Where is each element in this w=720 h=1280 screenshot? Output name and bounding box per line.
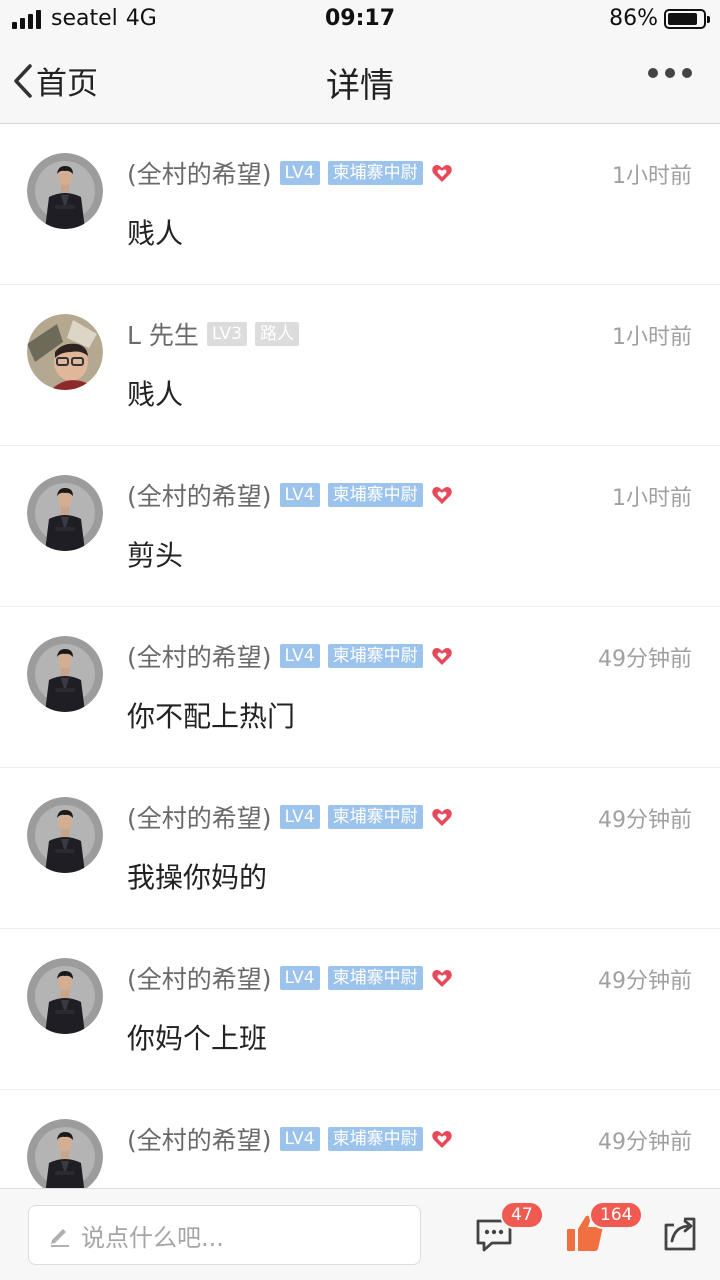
page-title: 详情 (326, 66, 394, 106)
avatar[interactable] (27, 958, 103, 1034)
comment-input[interactable]: 说点什么吧... (28, 1205, 421, 1265)
comment-timestamp: 49分钟前 (598, 808, 692, 833)
comment-item[interactable]: (全村的希望) LV4 柬埔寨中尉 49分钟前你妈个上班 (0, 929, 720, 1090)
level-badge: LV4 (279, 966, 320, 990)
comment-item[interactable]: (全村的希望) LV4 柬埔寨中尉 49分钟前 (0, 1090, 720, 1188)
level-badge: LV4 (279, 161, 320, 185)
heart-icon (431, 970, 452, 987)
comment-timestamp: 1小时前 (612, 164, 692, 189)
heart-icon (431, 165, 452, 182)
comment-item[interactable]: (全村的希望) LV4 柬埔寨中尉 49分钟前我操你妈的 (0, 768, 720, 929)
avatar[interactable] (27, 475, 103, 551)
avatar[interactable] (27, 797, 103, 873)
like-count-badge: 164 (589, 1201, 644, 1229)
comment-timestamp: 49分钟前 (598, 647, 692, 672)
username[interactable]: (全村的希望) (127, 960, 272, 996)
title-badge: 柬埔寨中尉 (327, 1127, 423, 1151)
title-badge: 柬埔寨中尉 (327, 483, 423, 507)
comment-text: 贱人 (127, 378, 184, 411)
comment-timestamp: 49分钟前 (598, 1130, 692, 1155)
comment-input-placeholder: 说点什么吧... (81, 1223, 224, 1252)
avatar[interactable] (27, 153, 103, 229)
comment-item[interactable]: (全村的希望) LV4 柬埔寨中尉 49分钟前你不配上热门 (0, 607, 720, 768)
battery-icon (664, 8, 710, 29)
comment-item[interactable]: L 先生 LV3 路人 1小时前贱人 (0, 285, 720, 446)
comment-timestamp: 1小时前 (612, 325, 692, 350)
nav-bar: 首页 详情 (0, 38, 720, 124)
title-badge: 柬埔寨中尉 (327, 161, 423, 185)
bottom-bar: 说点什么吧... 47 164 (0, 1188, 720, 1280)
share-icon (664, 1217, 696, 1251)
heart-icon (431, 1131, 452, 1148)
heart-icon (431, 809, 452, 826)
comment-item[interactable]: (全村的希望) LV4 柬埔寨中尉 1小时前贱人 (0, 124, 720, 285)
comment-timestamp: 49分钟前 (598, 969, 692, 994)
comment-text: 你妈个上班 (127, 1022, 268, 1055)
level-badge: LV3 (206, 322, 247, 346)
avatar[interactable] (27, 1119, 103, 1188)
comment-text: 贱人 (127, 217, 184, 250)
title-badge: 柬埔寨中尉 (327, 966, 423, 990)
heart-icon (431, 648, 452, 665)
username[interactable]: (全村的希望) (127, 155, 272, 191)
avatar[interactable] (27, 636, 103, 712)
comment-text: 我操你妈的 (127, 861, 268, 894)
level-badge: LV4 (279, 1127, 320, 1151)
more-options-button[interactable] (648, 68, 692, 78)
comment-text: 你不配上热门 (127, 700, 296, 733)
title-badge: 路人 (254, 322, 299, 346)
username[interactable]: L 先生 (127, 316, 199, 352)
comment-list[interactable]: (全村的希望) LV4 柬埔寨中尉 1小时前 贱人 L 先生 LV3 路人 1小时前 贱人 (全村的… (0, 124, 720, 1188)
pencil-icon (51, 1229, 69, 1247)
level-badge: LV4 (279, 805, 320, 829)
username[interactable]: (全村的希望) (127, 799, 272, 835)
comment-count-badge: 47 (500, 1201, 544, 1229)
level-badge: LV4 (279, 644, 320, 668)
status-bar: seatel 4G 09:17 86% (0, 0, 720, 38)
comment-timestamp: 1小时前 (612, 486, 692, 511)
comment-text: 剪头 (127, 539, 184, 572)
level-badge: LV4 (279, 483, 320, 507)
username[interactable]: (全村的希望) (127, 638, 272, 674)
avatar[interactable] (27, 314, 103, 390)
title-badge: 柬埔寨中尉 (327, 644, 423, 668)
username[interactable]: (全村的希望) (127, 1121, 272, 1157)
title-badge: 柬埔寨中尉 (327, 805, 423, 829)
battery-percent: 86% (609, 6, 658, 31)
username[interactable]: (全村的希望) (127, 477, 272, 513)
share-button[interactable] (662, 1215, 698, 1257)
comment-item[interactable]: (全村的希望) LV4 柬埔寨中尉 1小时前剪头 (0, 446, 720, 607)
heart-icon (431, 487, 452, 504)
